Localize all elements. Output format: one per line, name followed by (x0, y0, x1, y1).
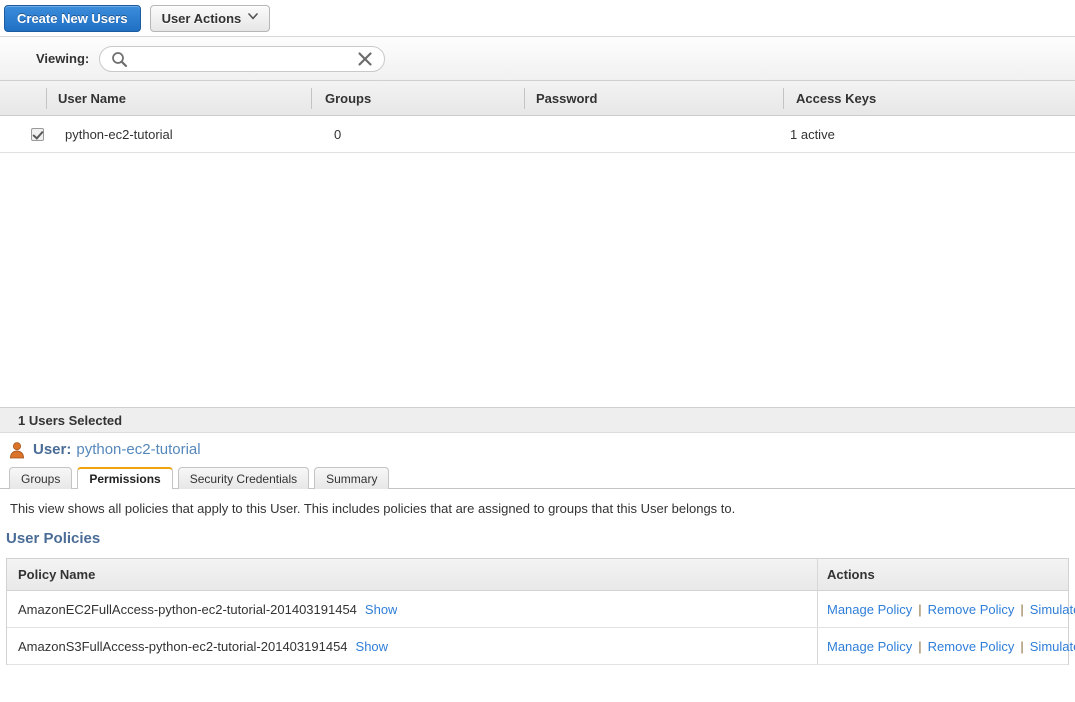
permissions-description: This view shows all policies that apply … (10, 501, 736, 516)
selection-summary-bar: 1 Users Selected (0, 408, 1075, 433)
column-header-password[interactable]: Password (536, 81, 597, 115)
tab-security-credentials[interactable]: Security Credentials (177, 467, 310, 489)
column-separator (46, 88, 47, 109)
policy-name: AmazonS3FullAccess-python-ec2-tutorial-2… (18, 638, 348, 654)
tab-summary[interactable]: Summary (314, 467, 390, 489)
user-policies-table: Policy Name Actions AmazonEC2FullAccess-… (6, 558, 1075, 665)
toolbar: Create New Users User Actions (0, 0, 1075, 36)
show-policy-link[interactable]: Show (365, 602, 398, 617)
policy-name-cell: AmazonS3FullAccess-python-ec2-tutorial-2… (18, 628, 388, 664)
clear-icon[interactable] (356, 50, 374, 68)
column-separator (783, 88, 784, 109)
cell-user-name: python-ec2-tutorial (65, 126, 173, 142)
tab-permissions[interactable]: Permissions (77, 467, 173, 490)
table-row[interactable]: python-ec2-tutorial 0 1 active (0, 116, 1075, 153)
user-actions-label: User Actions (161, 10, 242, 26)
table-row: AmazonS3FullAccess-python-ec2-tutorial-2… (7, 628, 1075, 665)
viewing-label: Viewing: (36, 51, 90, 66)
selected-user-keyword: User: (33, 441, 72, 458)
user-policies-heading: User Policies (6, 530, 101, 547)
policy-name-cell: AmazonEC2FullAccess-python-ec2-tutorial-… (18, 591, 397, 627)
column-header-access-keys[interactable]: Access Keys (796, 81, 876, 115)
manage-policy-link[interactable]: Manage Policy (827, 602, 912, 617)
create-new-users-button[interactable]: Create New Users (4, 4, 141, 32)
search-icon (111, 51, 128, 68)
policy-column-separator (817, 591, 818, 627)
show-policy-link[interactable]: Show (356, 639, 389, 654)
selected-user-name: python-ec2-tutorial (76, 441, 201, 458)
simulate-policy-link[interactable]: Simulate Policy (1030, 639, 1075, 654)
policy-actions-cell: Manage Policy | Remove Policy | Simulate… (827, 628, 1075, 664)
policy-column-separator (817, 628, 818, 664)
cell-access-keys: 1 active (790, 126, 835, 142)
search-input[interactable] (134, 50, 365, 67)
simulate-policy-link[interactable]: Simulate Policy (1030, 602, 1075, 617)
viewing-bar: Viewing: (0, 36, 1075, 81)
row-select-checkbox[interactable] (31, 127, 44, 141)
selected-user-line: User: python-ec2-tutorial (0, 433, 1075, 466)
user-detail-tabs: Groups Permissions Security Credentials … (0, 466, 1075, 490)
column-header-user-name[interactable]: User Name (58, 81, 126, 115)
remove-policy-link[interactable]: Remove Policy (928, 639, 1015, 654)
user-icon (8, 441, 26, 459)
action-separator: | (918, 638, 922, 654)
table-row: AmazonEC2FullAccess-python-ec2-tutorial-… (7, 591, 1075, 628)
manage-policy-link[interactable]: Manage Policy (827, 639, 912, 654)
user-actions-button[interactable]: User Actions (149, 4, 271, 32)
action-separator: | (1020, 638, 1024, 654)
chevron-down-icon (248, 12, 259, 23)
selection-summary-label: 1 Users Selected (18, 412, 123, 428)
column-header-groups[interactable]: Groups (325, 81, 371, 115)
create-new-users-label: Create New Users (17, 10, 128, 26)
policy-column-header-actions[interactable]: Actions (827, 559, 875, 590)
policy-column-separator (817, 559, 818, 590)
cell-groups: 0 (334, 126, 342, 142)
remove-policy-link[interactable]: Remove Policy (928, 602, 1015, 617)
policy-actions-cell: Manage Policy | Remove Policy | Simulate… (827, 591, 1075, 627)
policy-table-header: Policy Name Actions (7, 559, 1068, 591)
users-table-header: User Name Groups Password Access Keys (0, 81, 1075, 116)
column-separator (311, 88, 312, 109)
column-separator (524, 88, 525, 109)
action-separator: | (918, 601, 922, 617)
action-separator: | (1020, 601, 1024, 617)
search-box[interactable] (99, 45, 386, 72)
row-select-checkbox-cell[interactable] (31, 116, 44, 152)
policy-column-header-name[interactable]: Policy Name (18, 559, 95, 590)
tab-groups[interactable]: Groups (9, 467, 73, 489)
users-table-empty-area (0, 153, 1075, 407)
policy-name: AmazonEC2FullAccess-python-ec2-tutorial-… (18, 601, 357, 617)
